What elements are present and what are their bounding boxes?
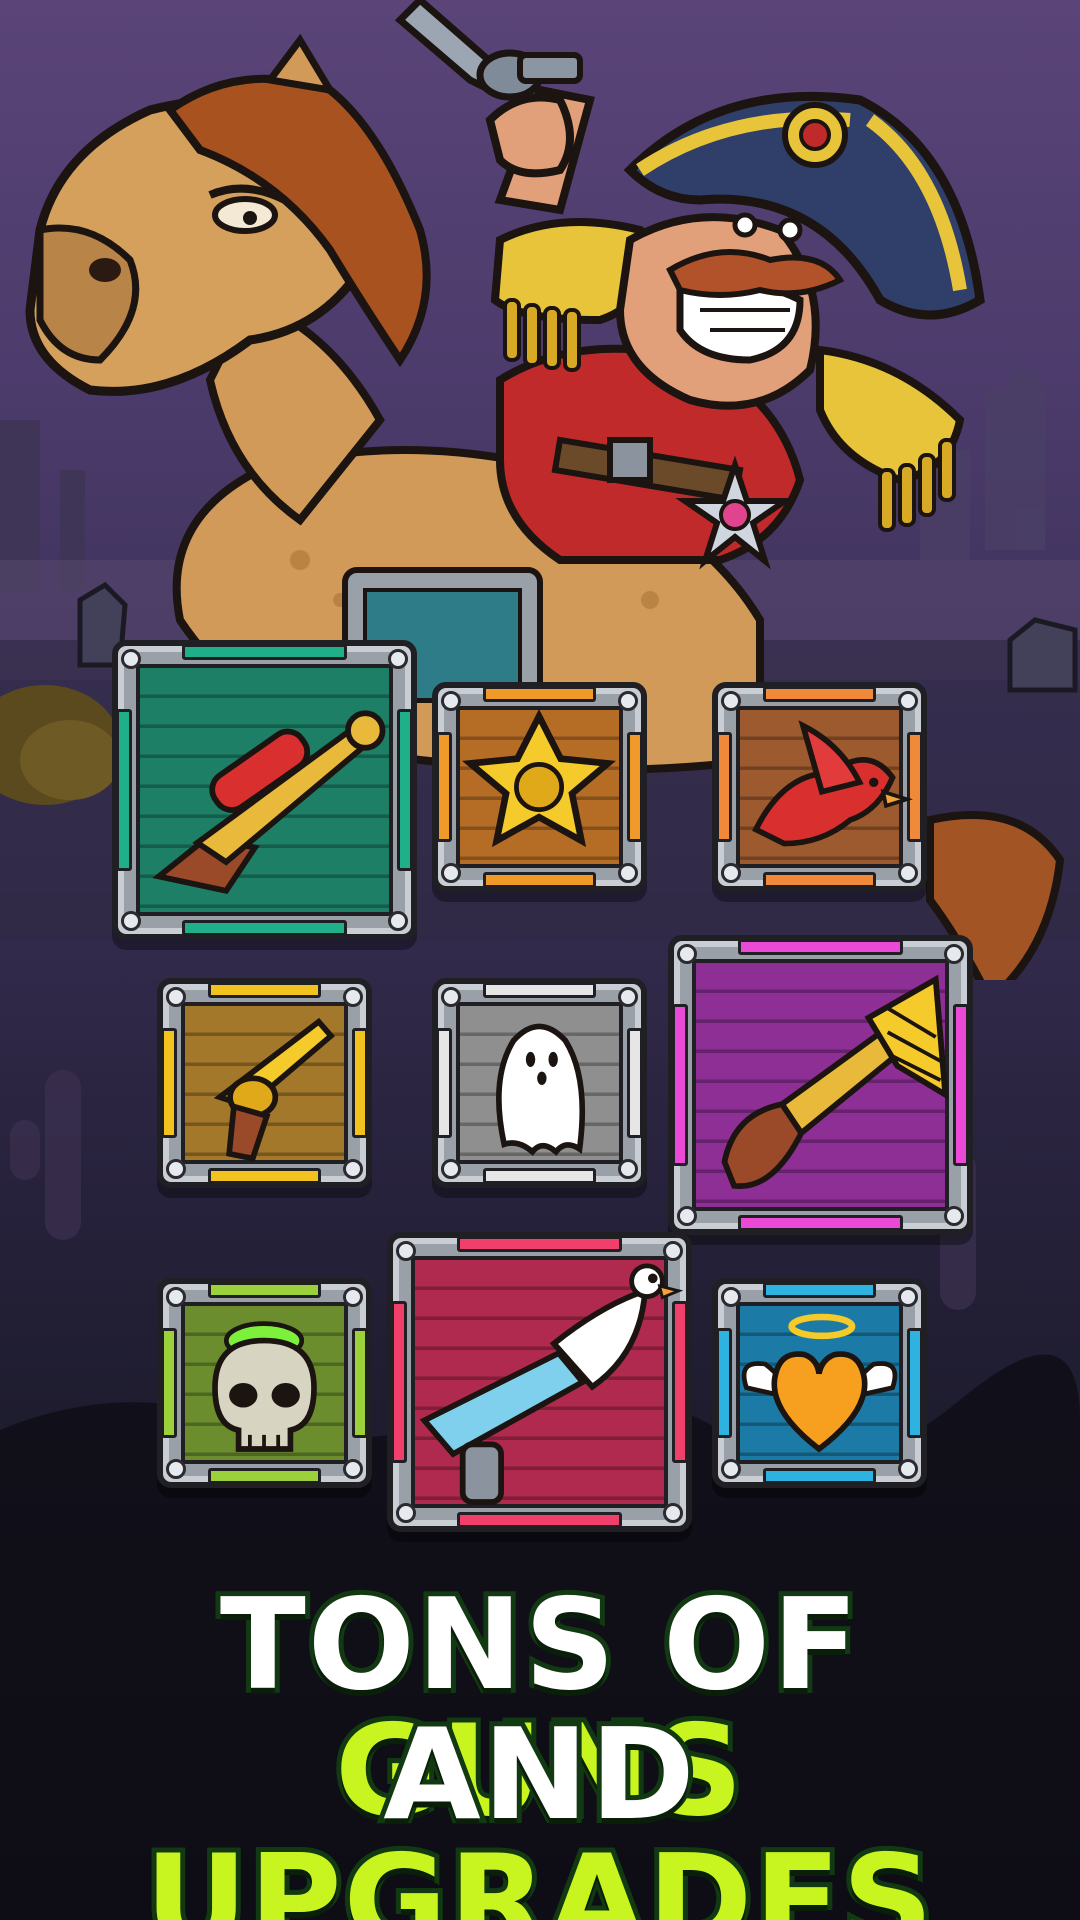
crate-sheriff-star bbox=[432, 682, 647, 892]
headline-upgrades: UPGRADES bbox=[140, 1827, 938, 1920]
headline-and: AND bbox=[378, 1701, 700, 1848]
crate-ghost bbox=[432, 978, 647, 1188]
crate-green-skull bbox=[157, 1278, 372, 1488]
green-skull-icon bbox=[212, 1321, 317, 1452]
sheriff-star-icon bbox=[462, 709, 616, 848]
golden-revolver-icon bbox=[213, 1017, 335, 1162]
ghost-icon bbox=[496, 1023, 586, 1156]
headline-tons-of: TONS OF bbox=[215, 1571, 863, 1718]
chicken-raygun-icon bbox=[419, 1263, 684, 1505]
crate-winged-heart bbox=[712, 1278, 927, 1488]
crate-water-blaster-rifle bbox=[112, 640, 417, 940]
promo-screen: TONS OF GUNS AND UPGRADES bbox=[0, 0, 1080, 1920]
crate-golden-revolver bbox=[157, 978, 372, 1188]
crate-chicken-raygun bbox=[387, 1232, 692, 1532]
headline-line-2: AND UPGRADES bbox=[0, 1707, 1080, 1920]
red-cardinal-bird-icon bbox=[752, 720, 913, 847]
crate-red-cardinal bbox=[712, 682, 927, 892]
crate-trumpet-flintlock bbox=[668, 935, 973, 1235]
water-blaster-rifle-icon bbox=[152, 710, 386, 895]
trumpet-flintlock-icon bbox=[721, 974, 949, 1190]
winged-heart-halo-icon bbox=[741, 1313, 898, 1453]
